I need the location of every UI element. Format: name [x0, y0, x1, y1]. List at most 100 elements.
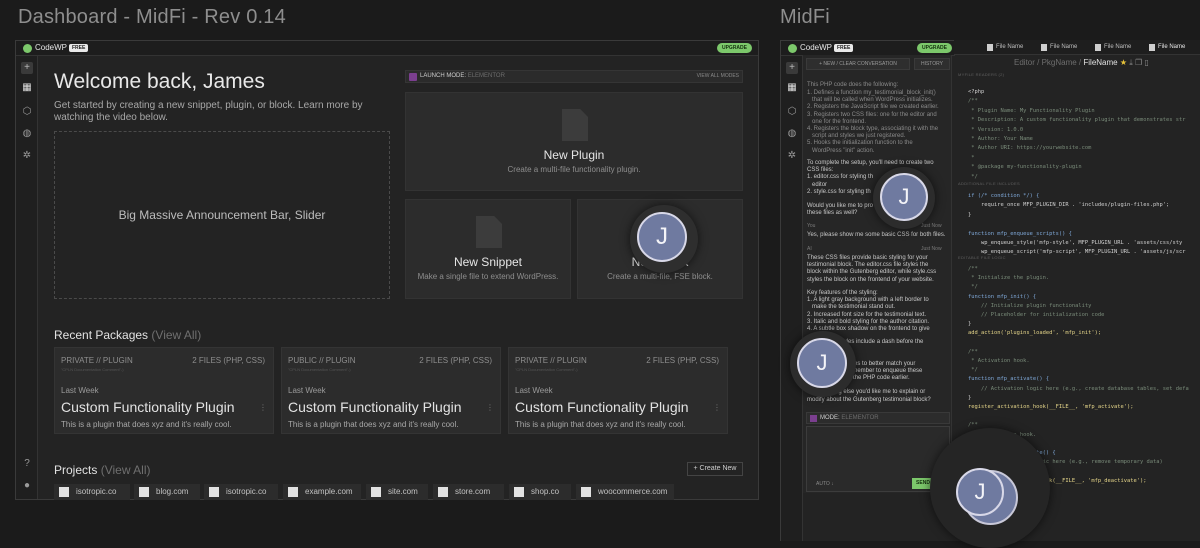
globe-icon[interactable]: ◍ [21, 128, 33, 140]
code-line: // Placeholder for initialization code [968, 312, 1105, 318]
new-block-subtitle: Create a multi-file, FSE block. [607, 272, 713, 281]
settings-icon[interactable]: ✲ [21, 150, 33, 162]
auto-toggle[interactable]: AUTO ↓ [816, 481, 834, 487]
dashboard-grid-icon[interactable]: ▦ [21, 82, 33, 94]
code-line: require_once MFP_PLUGIN_DIR . 'includes/… [968, 202, 1170, 209]
settings-icon[interactable]: ✲ [786, 150, 798, 162]
star-icon[interactable]: ★ [1120, 58, 1127, 67]
trash-icon[interactable]: ▯ [1144, 58, 1148, 67]
elementor-icon [409, 73, 417, 81]
brand-name: CodeWP [35, 43, 68, 52]
you-time: Just Now [921, 223, 942, 229]
elementor-icon [810, 415, 817, 422]
announcement-text: Big Massive Announcement Bar, Slider [118, 208, 326, 222]
plus-icon[interactable]: + [21, 62, 33, 74]
cube-icon[interactable]: ⬡ [786, 106, 798, 118]
help-icon[interactable]: ? [21, 458, 33, 470]
history-button[interactable]: HISTORY [914, 58, 950, 70]
you-label: You [807, 223, 816, 229]
project-chip[interactable]: shop.co [509, 484, 571, 500]
new-conversation-button[interactable]: + NEW / CLEAR CONVERSATION [806, 58, 910, 70]
code-line: */ [968, 284, 978, 291]
file-icon [562, 109, 588, 141]
board-title-dashboard: Dashboard - MidFi - Rev 0.14 [18, 6, 286, 28]
project-chip[interactable]: isotropic.co [54, 484, 130, 500]
plus-icon[interactable]: + [786, 62, 798, 74]
project-chip[interactable]: site.com [366, 484, 428, 500]
code-line: // Activation logic here (e.g., create d… [968, 385, 1189, 392]
file-tab[interactable]: File Name [1092, 41, 1131, 54]
code-line: * Author URI: https://yourwebsite.com [968, 145, 1092, 152]
more-icon[interactable]: ⋮ [486, 403, 494, 412]
package-name: Custom Functionality Plugin [515, 399, 689, 415]
code-line: /** [968, 98, 978, 105]
codewp-logo-icon [23, 44, 32, 53]
launch-mode-bar[interactable]: LAUNCH MODE: ELEMENTOR VIEW ALL MODES [405, 70, 743, 83]
recent-packages-title: Recent Packages [54, 328, 149, 342]
code-line: * [968, 154, 975, 161]
view-all-modes-button[interactable]: VIEW ALL MODES [697, 73, 739, 79]
announcement-placeholder[interactable]: Big Massive Announcement Bar, Slider [54, 131, 390, 299]
globe-icon[interactable]: ◍ [786, 128, 798, 140]
recent-view-all-link[interactable]: (View All) [151, 328, 201, 342]
project-chip[interactable]: example.com [283, 484, 361, 500]
project-chip[interactable]: store.com [433, 484, 504, 500]
project-chip[interactable]: woocommerce.com [576, 484, 674, 500]
top-bar: CodeWP FREE UPGRADE [16, 41, 758, 56]
code-line: wp_enqueue_script('mfp-script', MFP_PLUG… [968, 249, 1186, 256]
dashboard-grid-icon[interactable]: ▦ [786, 82, 798, 94]
file-tab[interactable]: File Name [1038, 41, 1077, 54]
board-title-midfi: MidFi [780, 6, 830, 28]
chat-message-steps: 1. Defines a function my_testimonial_blo… [807, 90, 939, 154]
package-date: Last Week [61, 386, 99, 395]
package-name: Custom Functionality Plugin [288, 399, 462, 415]
code-line: add_action('plugins_loaded', 'mfp_init')… [968, 330, 1102, 337]
welcome-heading: Welcome back, James [54, 70, 265, 93]
package-card[interactable]: PRIVATE // PLUGIN 2 FILES (PHP, CSS) "CP… [508, 347, 728, 434]
user-icon[interactable]: ● [21, 480, 33, 492]
code-line: /** [968, 348, 978, 355]
package-date: Last Week [515, 386, 553, 395]
download-icon[interactable]: ⤓ [1129, 58, 1133, 67]
file-tabs: File Name File Name File Name File Name [954, 40, 1200, 55]
code-line: <?php [968, 89, 985, 95]
breadcrumb-pkg[interactable]: PkgName [1042, 58, 1077, 67]
new-snippet-card[interactable]: New Snippet Make a single file to extend… [405, 199, 571, 299]
project-chip[interactable]: blog.com [134, 484, 200, 500]
launch-mode-label: LAUNCH MODE: [420, 73, 467, 79]
file-tab[interactable]: File Name [1146, 41, 1185, 54]
code-line: * @package my-functionality-plugin [968, 164, 1082, 171]
package-card[interactable]: PRIVATE // PLUGIN 2 FILES (PHP, CSS) "CP… [54, 347, 274, 434]
copy-icon[interactable]: ❐ [1135, 58, 1142, 67]
file-tab[interactable]: File Name [984, 41, 1023, 54]
code-line: * Activation hook. [968, 358, 1030, 364]
create-new-button[interactable]: + Create New [687, 462, 743, 476]
plan-badge: FREE [69, 44, 89, 52]
file-icon [476, 216, 502, 248]
code-line: * Description: A custom functionality pl… [968, 117, 1186, 124]
cube-icon[interactable]: ⬡ [21, 106, 33, 118]
code-line: */ [968, 367, 978, 374]
package-desc: This is a plugin that does xyz and it's … [61, 420, 232, 429]
side-rail: + ▦ ⬡ ◍ ✲ [781, 56, 803, 541]
upgrade-button[interactable]: UPGRADE [917, 43, 953, 53]
code-line: function mfp_enqueue_scripts() { [968, 230, 1072, 237]
package-desc: This is a plugin that does xyz and it's … [288, 420, 459, 429]
avatar: J [956, 468, 1004, 516]
new-plugin-card[interactable]: New Plugin Create a multi-file functiona… [405, 92, 743, 191]
more-icon[interactable]: ⋮ [713, 403, 721, 412]
package-files: 2 FILES (PHP, CSS) [419, 356, 492, 365]
upgrade-button[interactable]: UPGRADE [716, 43, 752, 53]
more-icon[interactable]: ⋮ [259, 403, 267, 412]
code-line: /** [968, 422, 978, 429]
mode-bar[interactable]: MODE: ELEMENTOR [806, 412, 950, 424]
project-chip[interactable]: isotropic.co [204, 484, 278, 500]
code-line: * Initialize the plugin. [968, 275, 1050, 282]
package-card[interactable]: PUBLIC // PLUGIN 2 FILES (PHP, CSS) "CPL… [281, 347, 501, 434]
package-tag: PRIVATE // PLUGIN [515, 356, 587, 365]
code-line: * Author: Your Name [968, 136, 1033, 142]
chat-message-intro: This PHP code does the following: [807, 82, 899, 88]
code-line: * Plugin Name: My Functionality Plugin [968, 107, 1095, 114]
breadcrumb-editor[interactable]: Editor [1014, 58, 1035, 67]
projects-view-all-link[interactable]: (View All) [101, 463, 151, 477]
